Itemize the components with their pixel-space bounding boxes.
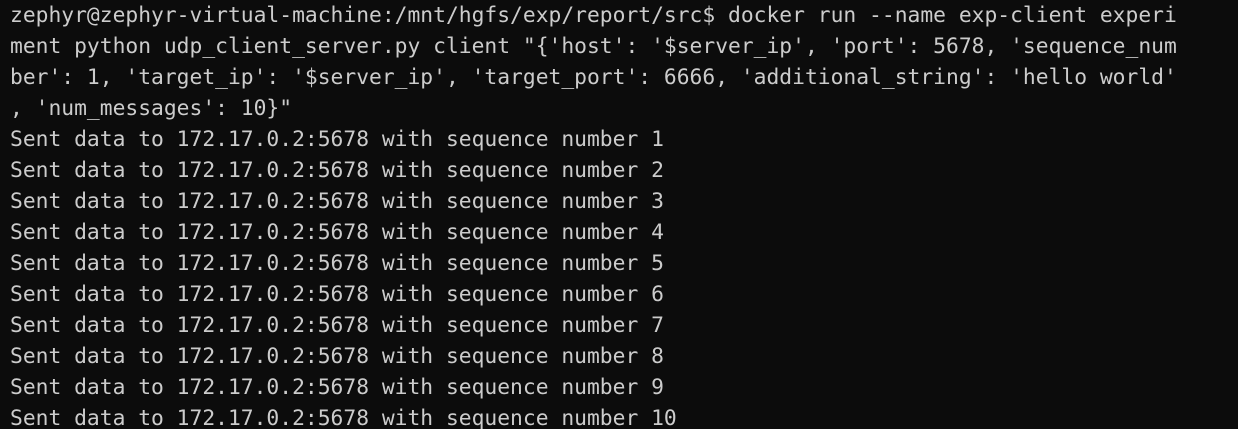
output-line: Sent data to 172.17.0.2:5678 with sequen… [10,282,664,307]
output-line: Sent data to 172.17.0.2:5678 with sequen… [10,158,664,183]
output-line: Sent data to 172.17.0.2:5678 with sequen… [10,375,664,400]
command-line: , 'num_messages': 10}" [10,96,293,121]
terminal-window[interactable]: zephyr@zephyr-virtual-machine:/mnt/hgfs/… [0,0,1238,429]
command-line: zephyr@zephyr-virtual-machine:/mnt/hgfs/… [10,3,1177,28]
command-line: ment python udp_client_server.py client … [10,34,1177,59]
command-line: ber': 1, 'target_ip': '$server_ip', 'tar… [10,65,1177,90]
output-line: Sent data to 172.17.0.2:5678 with sequen… [10,127,664,152]
output-line: Sent data to 172.17.0.2:5678 with sequen… [10,189,664,214]
terminal-output: zephyr@zephyr-virtual-machine:/mnt/hgfs/… [10,0,1238,429]
output-line: Sent data to 172.17.0.2:5678 with sequen… [10,251,664,276]
output-line: Sent data to 172.17.0.2:5678 with sequen… [10,313,664,338]
output-line: Sent data to 172.17.0.2:5678 with sequen… [10,406,677,429]
scrollbar[interactable] [1232,0,1238,429]
output-line: Sent data to 172.17.0.2:5678 with sequen… [10,220,664,245]
output-line: Sent data to 172.17.0.2:5678 with sequen… [10,344,664,369]
